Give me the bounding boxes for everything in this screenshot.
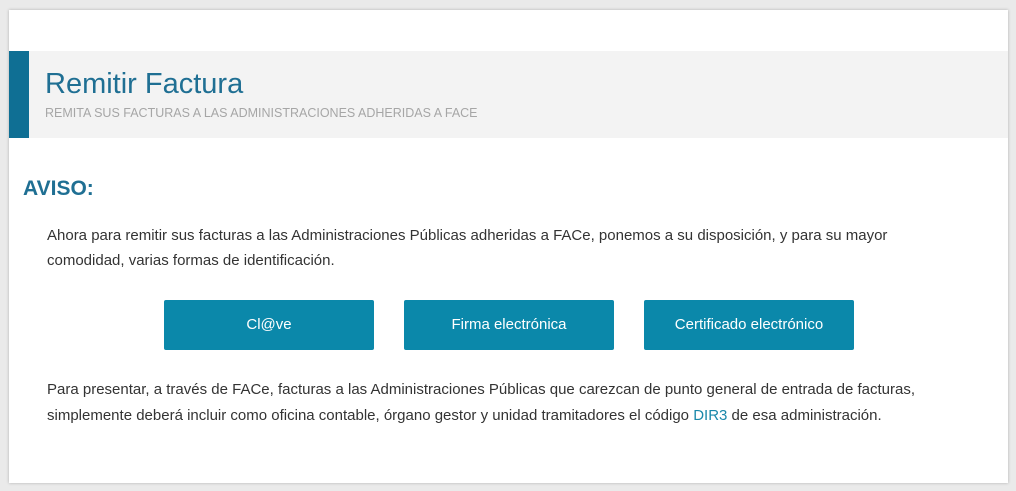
- notice-intro: Ahora para remitir sus facturas a las Ad…: [47, 227, 888, 269]
- page-subtitle: REMITA SUS FACTURAS A LAS ADMINISTRACION…: [45, 106, 478, 120]
- page-title: Remitir Factura: [45, 68, 244, 100]
- main-card: Remitir Factura REMITA SUS FACTURAS A LA…: [9, 10, 1008, 483]
- dir3-link[interactable]: DIR3: [693, 407, 727, 424]
- notice-note: Para presentar, a través de FACe, factur…: [47, 377, 947, 429]
- header-accent-bar: [9, 51, 29, 138]
- page-header: Remitir Factura REMITA SUS FACTURAS A LA…: [9, 51, 1008, 138]
- clave-button[interactable]: Cl@ve: [164, 300, 374, 350]
- note-text-after: de esa administración.: [727, 407, 882, 424]
- firma-electronica-button[interactable]: Firma electrónica: [404, 300, 614, 350]
- notice-heading: AVISO:: [23, 177, 94, 200]
- certificado-electronico-button[interactable]: Certificado electrónico: [644, 300, 854, 350]
